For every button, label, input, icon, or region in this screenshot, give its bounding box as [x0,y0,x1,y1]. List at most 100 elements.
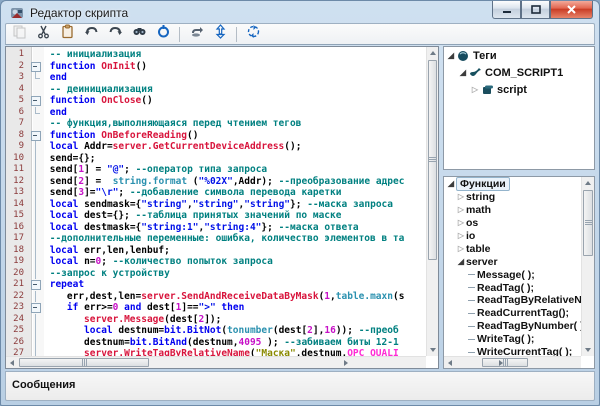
functions-horizontal-scrollbar[interactable] [444,356,581,368]
scroll-down-arrow[interactable] [582,344,594,356]
copy-button[interactable] [10,25,28,43]
scroll-up-arrow[interactable] [427,47,439,59]
refresh-button[interactable] [244,25,262,43]
horizontal-scroll-thumb[interactable] [19,358,149,367]
tree-item-module-math[interactable]: ▷math [444,204,581,217]
tree-item-module-os[interactable]: ▷os [444,217,581,230]
code-line[interactable]: 5 function OnClose() [6,95,426,107]
scroll-left-arrow[interactable] [6,357,18,369]
tree-item-functions-root[interactable]: ◢Функции [444,178,581,191]
code-line[interactable]: 20 --запрос к устройству [6,268,426,280]
expander-open-icon[interactable]: ◢ [446,51,456,61]
tree-item-method-writetag[interactable]: WriteTag( ); [444,333,581,346]
code-line[interactable]: 24 server.Message(dest[2]); [6,314,426,326]
tree-item-com-script[interactable]: ◢ COM_SCRIPT1 [444,64,594,81]
code-line[interactable]: 7 -- функция,выполняющаяся перед чтением… [6,118,426,130]
minimize-button[interactable] [492,1,521,19]
code-line[interactable]: 12 send[2] = string.format ("%02X",Addr)… [6,176,426,188]
code-line[interactable]: 26 destnum=bit.BitAnd(destnum,4095 ); --… [6,337,426,349]
expander-closed-icon[interactable]: ▷ [456,192,466,202]
code-line[interactable]: 27 server.WriteTagByRelativeName("Маска"… [6,348,426,356]
expander-closed-icon[interactable]: ▷ [456,205,466,215]
find-button[interactable] [130,25,148,43]
code-line[interactable]: 2 function OnInit() [6,61,426,73]
tree-item-method-readcurrenttag[interactable]: ReadCurrentTag(); [444,307,581,320]
expander-open-icon[interactable]: ◢ [446,179,456,189]
scroll-left-arrow[interactable] [444,357,456,369]
maximize-button[interactable] [521,1,550,19]
token-c: --запрос к устройству [50,268,170,279]
tree-item-method-writecurrenttag[interactable]: WriteCurrentTag( ); [444,346,581,356]
scroll-up-arrow[interactable] [582,177,594,189]
code-line[interactable]: 17 --дополнительные переменные: ошибка, … [6,233,426,245]
code-line[interactable]: 10 send={}; [6,153,426,165]
expander-closed-icon[interactable]: ▷ [456,218,466,228]
redo-button[interactable] [106,25,124,43]
token-p: (destnum, [187,337,238,348]
code-line[interactable]: 16 local destmask={"string:1","string:4"… [6,222,426,234]
tree-connector [468,287,475,288]
tree-item-script[interactable]: ▷ script [444,81,594,98]
code-line[interactable]: 14 local sendmask={"string","string","st… [6,199,426,211]
code-editor[interactable]: 1 -- инициализация2 function OnInit()3 e… [5,46,439,369]
expander-closed-icon[interactable]: ▷ [456,244,466,254]
tree-item-method-readtagbynumber[interactable]: ReadTagByNumber( ); [444,320,581,333]
code-line[interactable]: 15 local dest={}; --таблица принятых зна… [6,210,426,222]
code-line[interactable]: 22 err,dest,len=server.SendAndReceiveDat… [6,291,426,303]
expander-open-icon[interactable]: ◢ [458,68,468,78]
code-line[interactable]: 6 end [6,107,426,119]
code-line[interactable]: 25 local destnum=bit.BitNot(tonumber(des… [6,325,426,337]
tree-item-module-table[interactable]: ▷table [444,242,581,255]
scroll-down-arrow[interactable] [427,344,439,356]
code-line[interactable]: 13 send[3]="\r"; --добавление символа пе… [6,187,426,199]
code-line[interactable]: 8 function OnBeforeReading() [6,130,426,142]
fold-marker-icon[interactable] [28,95,44,107]
fold-line [28,49,44,61]
tree-item-method-readtagbyrelativename[interactable]: ReadTagByRelativeName( ); [444,294,581,307]
scroll-right-arrow[interactable] [569,357,581,369]
sync-button[interactable] [211,25,229,43]
code-line[interactable]: 11 send[1] = "@"; --оператор типа запрос… [6,164,426,176]
code-line[interactable]: 9 local Addr=server.GetCurrentDeviceAddr… [6,141,426,153]
fold-marker-icon[interactable] [28,130,44,142]
vertical-scroll-thumb[interactable] [583,190,593,256]
code-text: --запрос к устройству [44,268,170,280]
paste-button[interactable] [58,25,76,43]
main-area: 1 -- инициализация2 function OnInit()3 e… [5,45,595,371]
fold-marker-icon[interactable] [28,61,44,73]
token-k: bit.BitNot [164,325,221,336]
code-line[interactable]: 3 end [6,72,426,84]
code-text: if err>=0 and dest[1]==">" then [44,302,244,314]
close-button[interactable] [550,1,593,19]
run-button[interactable] [187,25,205,43]
line-number: 17 [6,233,28,245]
code-line[interactable]: 19 local n=0; --количество попыток запро… [6,256,426,268]
tree-item-module-server[interactable]: ◢server [444,255,581,268]
messages-title: Сообщения [12,379,75,391]
code-line[interactable]: 23 if err>=0 and dest[1]==">" then [6,302,426,314]
cut-button[interactable] [34,25,52,43]
editor-vertical-scrollbar[interactable] [426,47,438,356]
expander-closed-icon[interactable]: ▷ [456,231,466,241]
vertical-scroll-thumb[interactable] [428,60,437,260]
tree-item-module-string[interactable]: ▷string [444,191,581,204]
tree-item-module-io[interactable]: ▷io [444,230,581,243]
compile-button[interactable] [154,25,172,43]
code-line[interactable]: 21 repeat [6,279,426,291]
tree-item-method-readtag[interactable]: ReadTag( ); [444,281,581,294]
fold-marker-icon[interactable] [28,302,44,314]
fold-marker-icon[interactable] [28,279,44,291]
code-line[interactable]: 4 -- деинициализация [6,84,426,96]
code-text: function OnInit() [44,61,147,73]
expander-open-icon[interactable]: ◢ [456,257,466,267]
undo-button[interactable] [82,25,100,43]
code-line[interactable]: 1 -- инициализация [6,49,426,61]
scroll-right-arrow[interactable] [414,357,426,369]
editor-horizontal-scrollbar[interactable] [6,356,426,368]
code-line[interactable]: 18 local err,len,lenbuf; [6,245,426,257]
titlebar[interactable]: Редактор скрипта [5,1,595,23]
expander-closed-icon[interactable]: ▷ [470,85,480,95]
tree-item-method-message[interactable]: Message( ); [444,268,581,281]
functions-vertical-scrollbar[interactable] [581,177,594,356]
tree-item-tags-root[interactable]: ◢ Теги [444,47,594,64]
